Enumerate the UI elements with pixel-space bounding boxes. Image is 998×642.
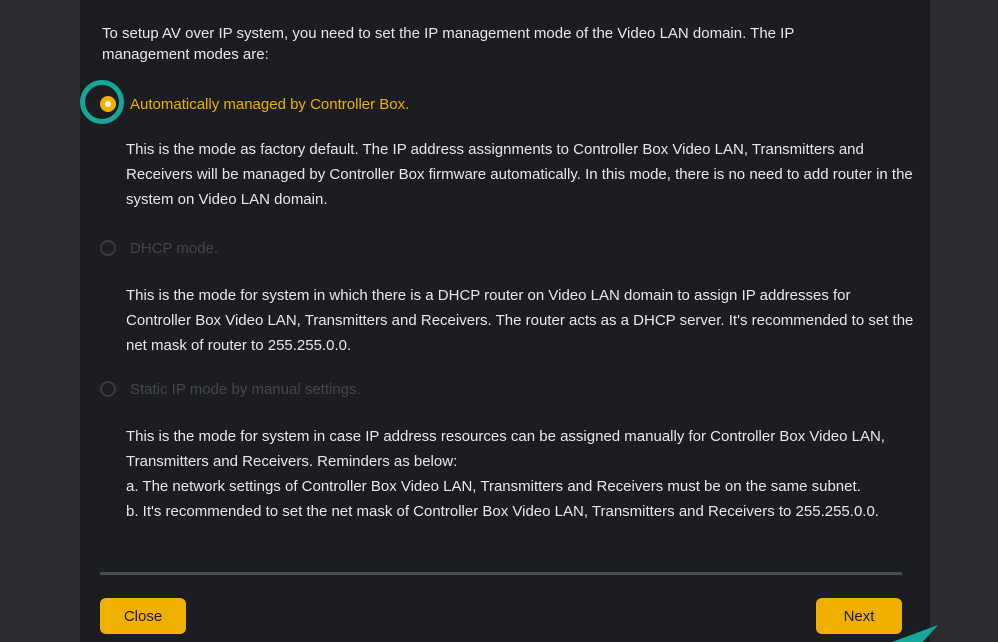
option-auto-managed-label[interactable]: Automatically managed by Controller Box. [130, 96, 409, 113]
option-dhcp[interactable]: DHCP mode. [100, 236, 218, 260]
close-button[interactable]: Close [100, 598, 186, 634]
option-static-ip-description: This is the mode for system in case IP a… [126, 424, 916, 524]
footer-divider [100, 572, 902, 575]
intro-text: To setup AV over IP system, you need to … [102, 25, 795, 63]
screen: To setup AV over IP system, you need to … [0, 0, 998, 642]
static-ip-description-intro: This is the mode for system in case IP a… [126, 428, 885, 470]
option-dhcp-label[interactable]: DHCP mode. [130, 240, 218, 257]
radio-unselected-icon[interactable] [100, 381, 116, 397]
radio-unselected-icon[interactable] [100, 240, 116, 256]
option-static-ip-label[interactable]: Static IP mode by manual settings. [130, 381, 361, 398]
option-auto-managed-description: This is the mode as factory default. The… [126, 141, 913, 208]
static-ip-reminder-b: b. It's recommended to set the net mask … [126, 503, 879, 520]
option-auto-managed[interactable]: Automatically managed by Controller Box. [100, 92, 409, 116]
static-ip-reminder-a: a. The network settings of Controller Bo… [126, 478, 861, 495]
option-static-ip[interactable]: Static IP mode by manual settings. [100, 377, 361, 401]
pointer-arrow-icon [892, 625, 938, 642]
highlight-ring-annotation [80, 80, 124, 124]
option-dhcp-description: This is the mode for system in which the… [126, 287, 914, 354]
ip-mode-dialog: To setup AV over IP system, you need to … [80, 0, 930, 642]
